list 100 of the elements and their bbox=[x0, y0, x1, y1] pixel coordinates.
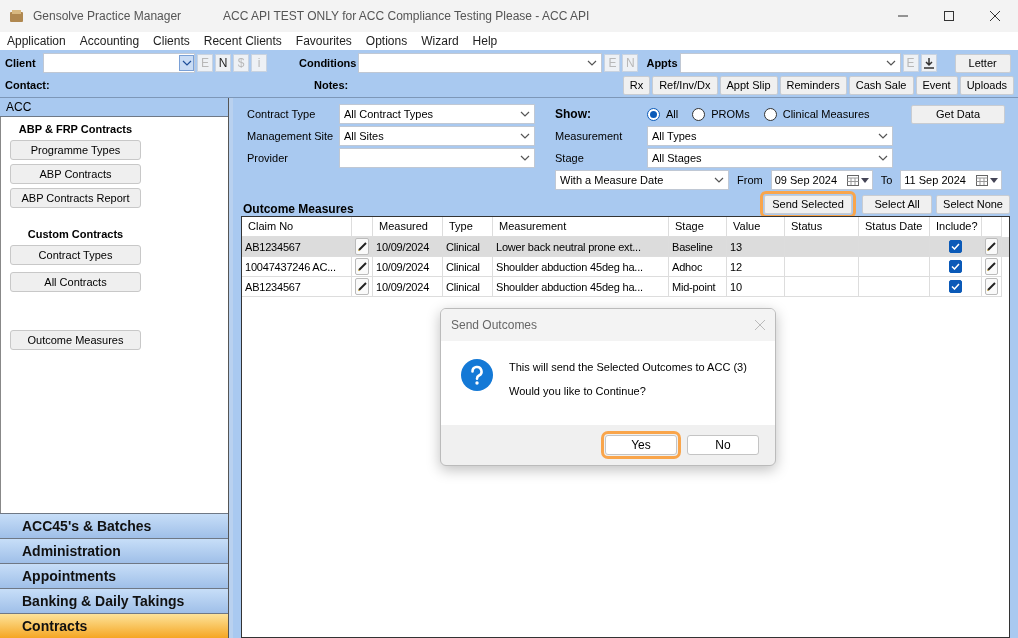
dropdown[interactable]: All Stages bbox=[647, 148, 893, 168]
action-button[interactable]: Ref/Inv/Dx bbox=[652, 75, 718, 95]
edit-button[interactable] bbox=[985, 278, 998, 295]
section-title: Custom Contracts bbox=[26, 228, 125, 241]
download-button[interactable] bbox=[920, 54, 937, 72]
field-label: Stage bbox=[555, 152, 585, 164]
caret-icon bbox=[520, 133, 530, 139]
sidebar-button[interactable]: All Contracts bbox=[10, 272, 141, 292]
table-cell: 10/09/2024 bbox=[373, 277, 443, 297]
dialog-message: This will send the Selected Outcomes to ACC (3) bbox=[509, 361, 747, 373]
pencil-icon bbox=[986, 281, 997, 292]
small-button[interactable]: N bbox=[215, 54, 231, 72]
nav-bar[interactable]: Appointments bbox=[0, 564, 228, 588]
action-button[interactable]: Rx bbox=[622, 75, 651, 95]
caret-icon bbox=[878, 133, 888, 139]
client-dropdown[interactable] bbox=[43, 53, 195, 73]
edit-button[interactable] bbox=[355, 258, 369, 275]
sidebar-button[interactable]: Outcome Measures bbox=[10, 330, 141, 350]
maximize-icon[interactable] bbox=[944, 11, 954, 21]
close-icon[interactable] bbox=[990, 11, 1000, 21]
checkbox[interactable] bbox=[949, 280, 962, 293]
from-label: From bbox=[737, 174, 763, 186]
app-title: Gensolve Practice Manager bbox=[33, 9, 183, 23]
action-button[interactable]: Select All bbox=[862, 194, 933, 214]
menu-item[interactable]: Accounting bbox=[79, 34, 140, 48]
caret-icon bbox=[714, 177, 724, 183]
nav-bar[interactable]: Banking & Daily Takings bbox=[0, 589, 228, 613]
nav-bar[interactable]: ACC45's & Batches bbox=[0, 514, 228, 538]
action-button[interactable]: Uploads bbox=[959, 75, 1014, 95]
app-icon bbox=[10, 10, 23, 22]
dropdown[interactable]: All Types bbox=[647, 126, 893, 146]
date-picker[interactable]: 11 Sep 2024 bbox=[900, 170, 1003, 190]
caret-icon bbox=[885, 60, 896, 66]
caret-icon bbox=[520, 155, 530, 161]
caret-icon bbox=[587, 60, 598, 66]
field-label: Contract Type bbox=[247, 108, 317, 120]
field-label: Management Site bbox=[247, 130, 335, 142]
calendar-icon bbox=[976, 174, 989, 186]
checkbox[interactable] bbox=[949, 240, 962, 253]
show-label: Show: bbox=[555, 107, 592, 121]
dropdown[interactable]: All Contract Types bbox=[339, 104, 535, 124]
action-button[interactable]: Select None bbox=[936, 194, 1010, 214]
pencil-icon bbox=[986, 261, 997, 272]
dialog-title: Send Outcomes bbox=[451, 318, 538, 332]
table-cell: AB1234567 bbox=[242, 277, 352, 297]
dialog-button[interactable]: No bbox=[687, 435, 759, 455]
edit-button[interactable] bbox=[355, 238, 369, 255]
dropdown[interactable]: With a Measure Date bbox=[555, 170, 729, 190]
nav-bar[interactable]: Administration bbox=[0, 539, 228, 563]
field-label: Measurement bbox=[555, 130, 624, 142]
sidebar-button[interactable]: Contract Types bbox=[10, 245, 141, 265]
table-cell: Shoulder abduction 45deg ha... bbox=[493, 277, 669, 297]
table-cell: Mid-point bbox=[669, 277, 727, 297]
letter-button[interactable]: Letter bbox=[954, 53, 1011, 73]
dropdown[interactable]: All Sites bbox=[339, 126, 535, 146]
menu-item[interactable]: Help bbox=[472, 34, 498, 48]
pencil-icon bbox=[986, 241, 997, 252]
menu-item[interactable]: Application bbox=[7, 34, 66, 48]
menu-item[interactable]: Clients bbox=[153, 34, 190, 48]
calendar-icon bbox=[846, 174, 859, 186]
edit-button[interactable] bbox=[985, 238, 998, 255]
section-title: ABP & FRP Contracts bbox=[17, 123, 134, 136]
pencil-icon bbox=[356, 281, 368, 292]
window-title: ACC API TEST ONLY for ACC Compliance Testing Please - ACC API bbox=[223, 9, 590, 23]
panel-header: ACC bbox=[0, 98, 228, 116]
sidebar-button[interactable]: ABP Contracts bbox=[10, 164, 141, 184]
action-button[interactable]: Cash Sale bbox=[848, 75, 914, 95]
appts-label: Appts bbox=[646, 57, 678, 69]
get-data-button[interactable]: Get Data bbox=[911, 104, 1005, 124]
nav-bar[interactable]: Contracts bbox=[0, 614, 228, 638]
edit-button[interactable] bbox=[355, 278, 369, 295]
radio-option[interactable]: Clinical Measures bbox=[763, 107, 870, 121]
caret-icon bbox=[878, 155, 888, 161]
sidebar-button[interactable]: Programme Types bbox=[10, 140, 141, 160]
action-button[interactable]: Appt Slip bbox=[719, 75, 778, 95]
menu-item[interactable]: Favourites bbox=[295, 34, 352, 48]
contact-label: Contact: bbox=[5, 79, 51, 91]
client-label: Client bbox=[5, 57, 37, 69]
date-picker[interactable]: 09 Sep 2024 bbox=[770, 170, 873, 190]
pencil-icon bbox=[356, 261, 368, 272]
menu-item[interactable]: Options bbox=[365, 34, 408, 48]
table-row[interactable]: AB1234567 10/09/2024 Clinical Lower back neutral prone ext... Baseline 13 bbox=[242, 237, 1009, 257]
sidebar-button[interactable]: ABP Contracts Report bbox=[10, 188, 141, 208]
radio-option[interactable]: All bbox=[647, 107, 679, 121]
radio-option[interactable]: PROMs bbox=[692, 107, 750, 121]
table-cell: 10 bbox=[727, 277, 785, 297]
conditions-label: Conditions bbox=[299, 57, 357, 69]
action-button[interactable]: Event bbox=[915, 75, 958, 95]
field-label: Provider bbox=[247, 152, 289, 164]
caret-icon bbox=[860, 177, 869, 183]
caret-icon bbox=[181, 60, 192, 66]
action-button[interactable]: Reminders bbox=[779, 75, 847, 95]
menu-item[interactable]: Recent Clients bbox=[203, 34, 282, 48]
notes-label: Notes: bbox=[314, 79, 349, 91]
question-icon bbox=[461, 359, 493, 391]
checkbox[interactable] bbox=[949, 260, 962, 273]
menu-item[interactable]: Wizard bbox=[421, 34, 459, 48]
pencil-icon bbox=[356, 241, 368, 252]
section-title: Outcome Measures bbox=[242, 202, 354, 216]
edit-button[interactable] bbox=[985, 258, 998, 275]
